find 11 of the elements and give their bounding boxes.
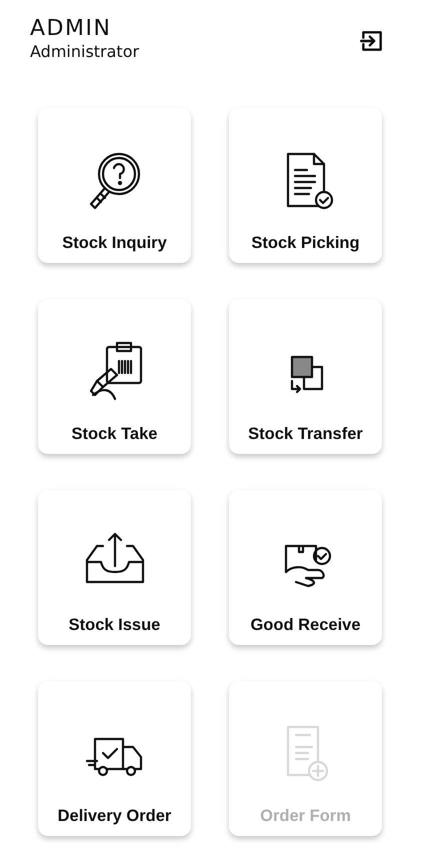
menu-tile[interactable]: Stock Inquiry: [38, 108, 191, 263]
user-name: ADMIN: [30, 16, 112, 42]
menu-tile[interactable]: Good Receive: [229, 490, 382, 645]
menu-tile[interactable]: Stock Transfer: [229, 299, 382, 454]
user-role: Administrator: [30, 42, 140, 62]
menu-tile[interactable]: Delivery Order: [38, 681, 191, 836]
menu-tile[interactable]: Stock Picking: [229, 108, 382, 263]
logout-icon: [359, 28, 385, 54]
menu-tile[interactable]: Stock Take: [38, 299, 191, 454]
menu-tile[interactable]: Stock Issue: [38, 490, 191, 645]
logout-button[interactable]: [359, 28, 385, 54]
